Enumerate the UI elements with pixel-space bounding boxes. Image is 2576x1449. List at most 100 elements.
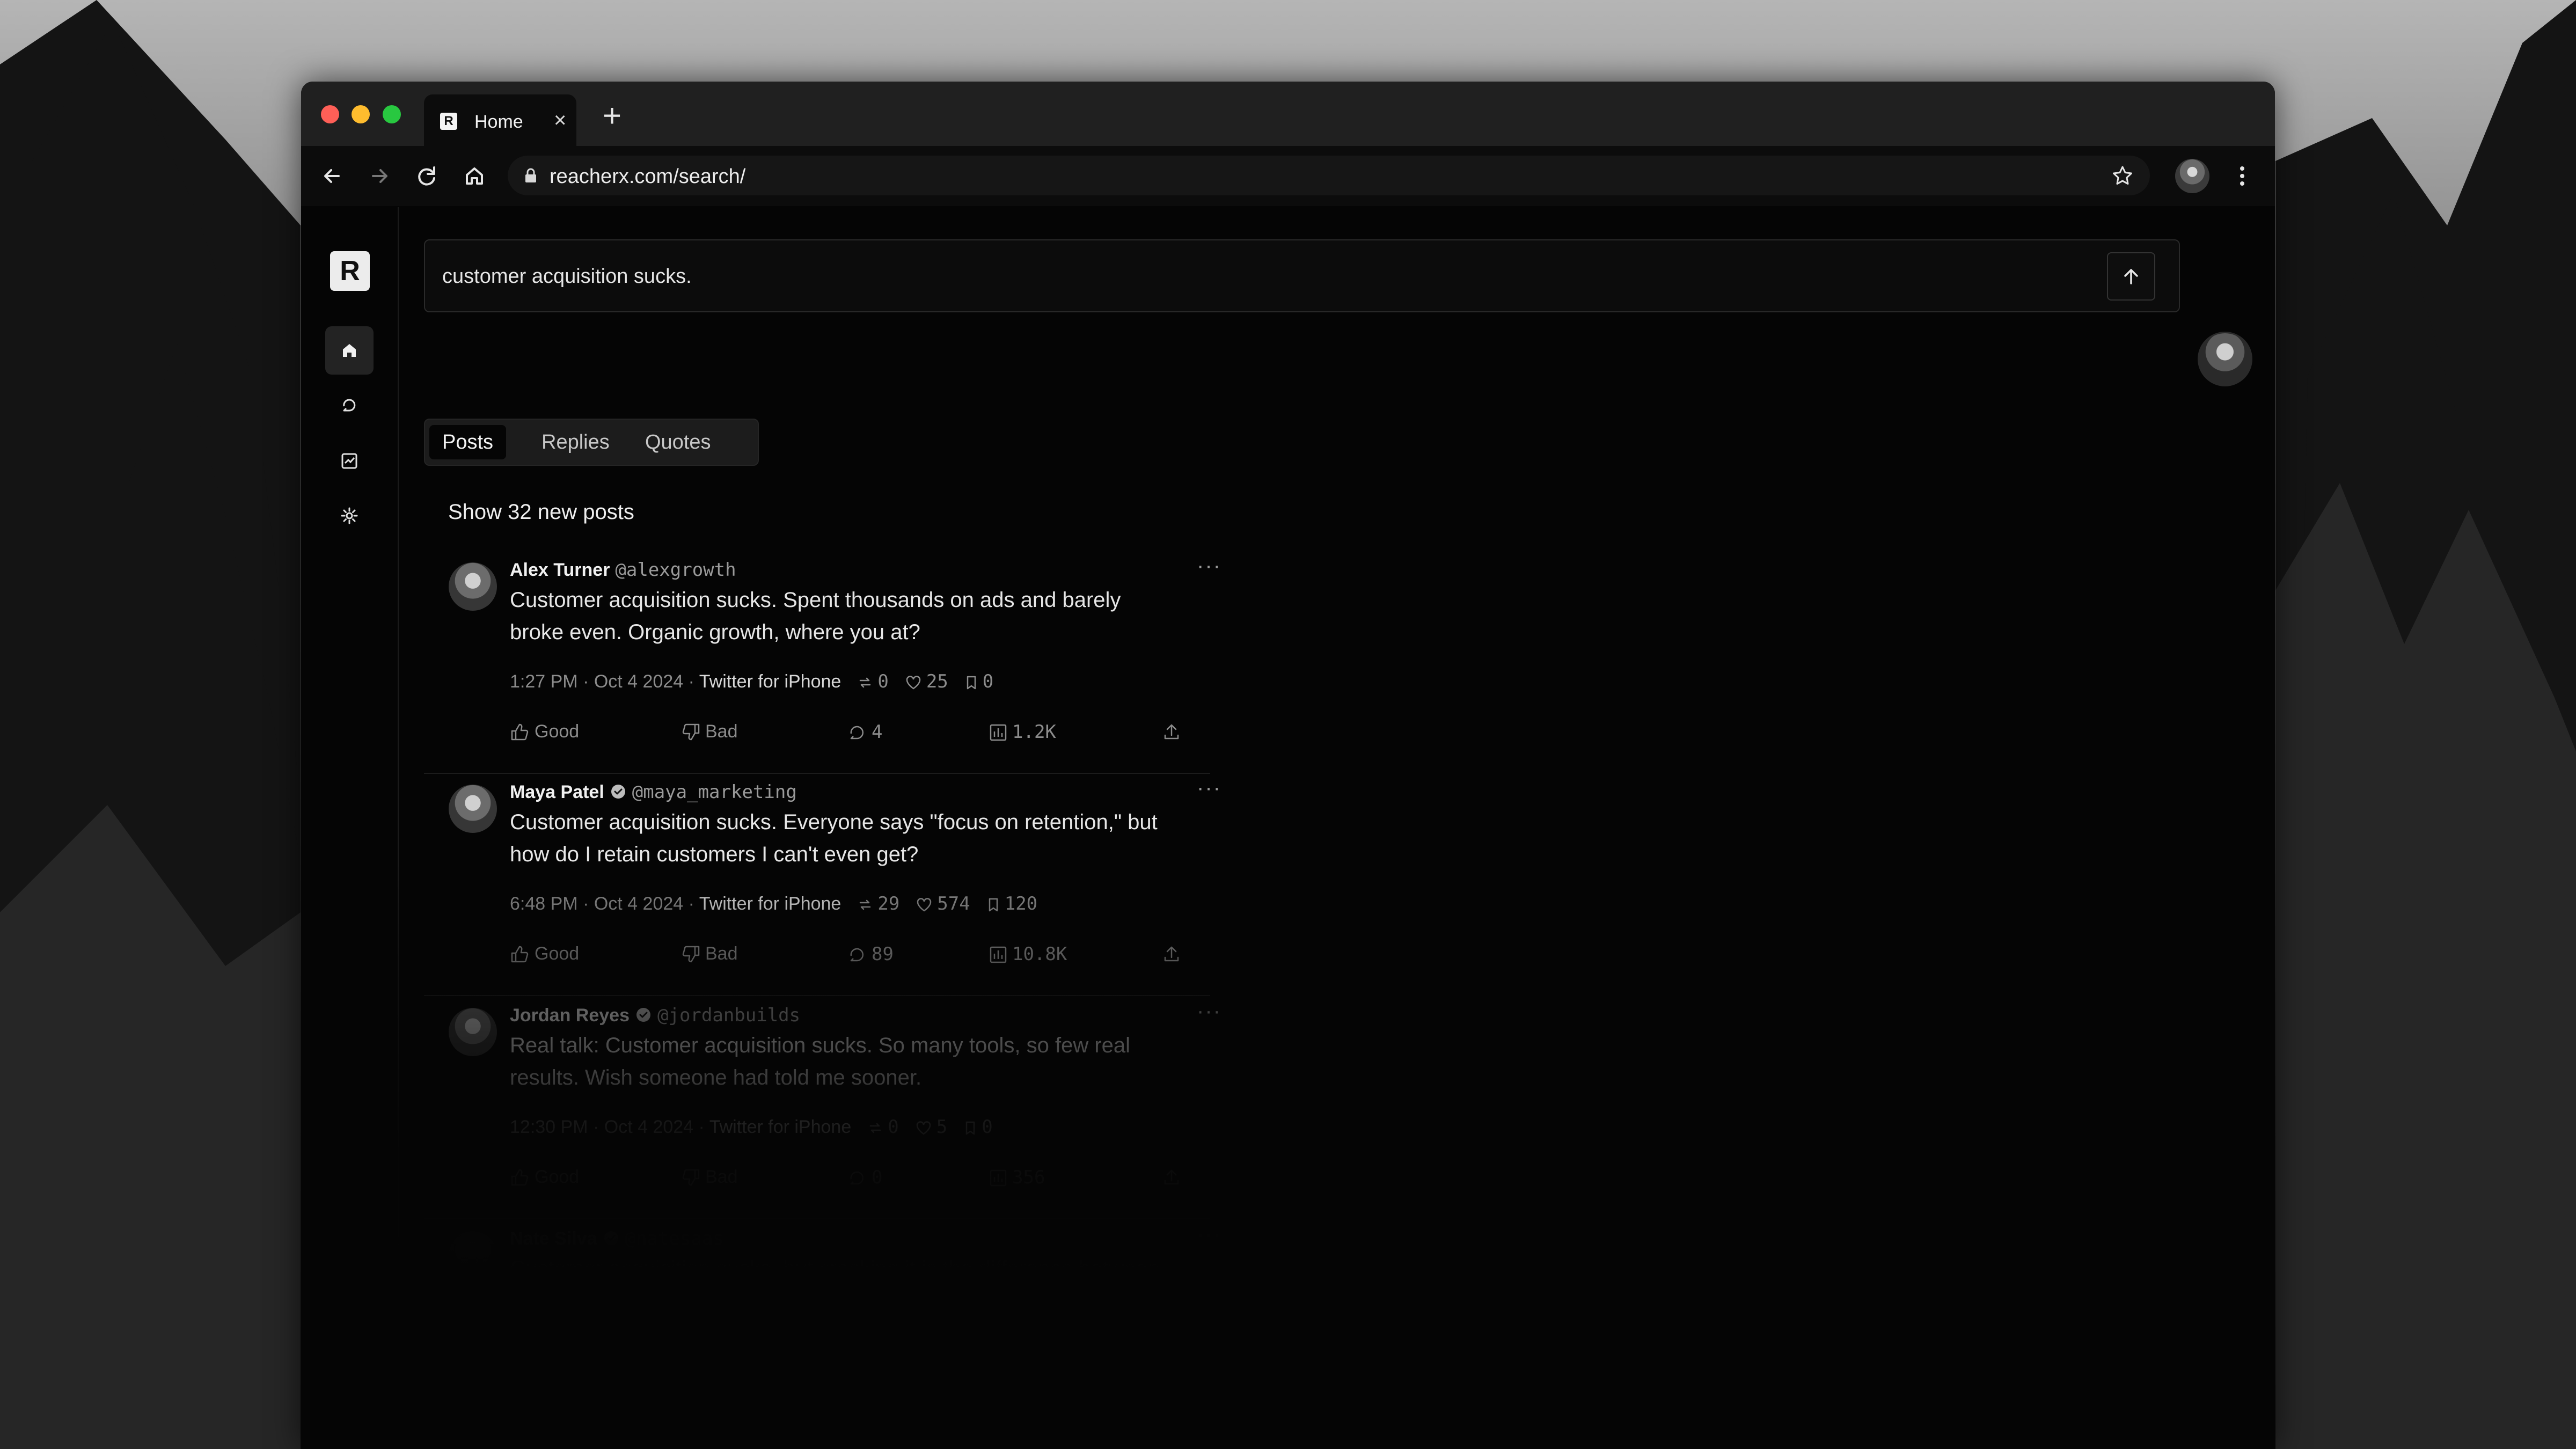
post-text: Customer acquisition sucks. Spent thousa… xyxy=(510,588,1121,644)
rate-bad-button[interactable]: Bad xyxy=(680,721,738,742)
reply-icon xyxy=(850,948,864,962)
views-button[interactable]: 356 xyxy=(989,1167,1045,1188)
reply-button[interactable]: 4 xyxy=(847,721,882,743)
post-meta: 1:27 PM · Oct 4 2024 · Twitter for iPhon… xyxy=(510,671,993,692)
like-count: 25 xyxy=(905,671,948,692)
share-icon xyxy=(1164,1393,1179,1408)
post-actions: Good Bad 0 356 xyxy=(510,1167,1181,1194)
post-more-icon[interactable]: ··· xyxy=(1197,1223,1221,1247)
user-avatar[interactable] xyxy=(2198,332,2252,386)
post-more-icon[interactable]: ··· xyxy=(1197,554,1221,578)
author-name[interactable]: Maya Patel xyxy=(510,782,604,802)
reload-icon[interactable] xyxy=(412,161,442,191)
author-avatar[interactable] xyxy=(449,562,497,611)
author-avatar[interactable] xyxy=(449,785,497,833)
view-count: 1.2K xyxy=(1012,721,1056,743)
forward-icon[interactable] xyxy=(364,161,394,191)
title-bar: R Home × + xyxy=(301,82,2275,146)
repost-icon xyxy=(860,677,871,688)
tab-posts[interactable]: Posts xyxy=(429,425,507,459)
share-button[interactable] xyxy=(1162,1167,1185,1188)
share-button[interactable] xyxy=(1162,943,1185,964)
author-handle[interactable]: @jordanbuilds xyxy=(657,1005,800,1026)
author-name[interactable]: Alex Turner xyxy=(510,560,610,580)
reply-icon xyxy=(850,1394,864,1408)
like-count-value: 25 xyxy=(926,671,948,692)
share-button[interactable] xyxy=(1162,721,1185,742)
post-meta: 12:30 PM · Oct 4 2024 · Twitter for iPho… xyxy=(510,1116,993,1138)
post-item[interactable]: Nate Silva @natesaas ··· Customer acquisiti… xyxy=(424,1219,1220,1443)
author-handle[interactable]: @maya_marketing xyxy=(632,781,797,803)
share-button[interactable] xyxy=(1162,1390,1185,1411)
views-button[interactable]: 10.8K xyxy=(989,943,1067,965)
app-logo[interactable]: R xyxy=(330,251,370,291)
share-icon xyxy=(1164,724,1179,740)
thumbs-down-icon xyxy=(682,946,700,963)
post-more-icon[interactable]: ··· xyxy=(1197,999,1221,1023)
browser-profile-avatar[interactable] xyxy=(2175,159,2209,193)
views-button[interactable] xyxy=(989,1390,1012,1411)
author-handle[interactable]: @natesaas xyxy=(625,1228,724,1249)
author-name[interactable]: Jordan Reyes xyxy=(510,1005,630,1026)
bookmark-count xyxy=(931,1340,949,1360)
browser-window: R Home × + reacherx.com/search/ R custom… xyxy=(301,82,2275,1449)
address-bar[interactable]: reacherx.com/search/ xyxy=(508,156,2150,195)
post-source: Twitter for iPhone xyxy=(699,671,841,692)
sidebar-item-settings[interactable] xyxy=(325,492,374,540)
reply-button[interactable] xyxy=(847,1390,872,1411)
search-input[interactable] xyxy=(441,260,2053,293)
close-window-button[interactable] xyxy=(321,105,339,123)
sidebar-item-replies[interactable] xyxy=(325,381,374,429)
sidebar-item-home[interactable] xyxy=(325,326,374,375)
close-tab-icon[interactable]: × xyxy=(554,108,566,133)
minimize-window-button[interactable] xyxy=(352,105,370,123)
rate-good-button[interactable]: Good xyxy=(510,1167,579,1188)
home-icon[interactable] xyxy=(459,161,489,191)
bookmark-count-value: 0 xyxy=(982,1116,993,1138)
bookmark-icon xyxy=(965,1121,975,1135)
rate-good-button[interactable] xyxy=(510,1390,535,1411)
post-author: Maya Patel @maya_marketing xyxy=(510,781,797,803)
tab-quotes[interactable]: Quotes xyxy=(632,425,724,459)
post-item[interactable]: Alex Turner @alexgrowth ··· Customer acquis… xyxy=(424,551,1220,774)
repost-count-value: 29 xyxy=(877,893,900,914)
post-item[interactable]: Maya Patel @maya_marketing ··· Customer acq… xyxy=(424,773,1220,996)
tab-replies[interactable]: Replies xyxy=(529,425,623,459)
post-item[interactable]: Jordan Reyes @jordanbuilds ··· Real talk: C… xyxy=(424,996,1220,1219)
post-more-icon[interactable]: ··· xyxy=(1197,776,1221,800)
rate-good-button[interactable]: Good xyxy=(510,721,579,742)
bad-label: Bad xyxy=(705,1167,738,1187)
browser-tab-home[interactable]: R Home × xyxy=(424,94,576,146)
repost-icon xyxy=(860,1346,871,1357)
author-avatar[interactable] xyxy=(449,1231,497,1279)
rate-good-button[interactable]: Good xyxy=(510,943,579,964)
heart-icon xyxy=(895,1344,910,1358)
author-handle[interactable]: @alexgrowth xyxy=(615,559,736,581)
author-avatar[interactable] xyxy=(449,1008,497,1056)
back-icon[interactable] xyxy=(317,161,347,191)
bookmark-star-icon[interactable] xyxy=(2111,164,2134,187)
reply-button[interactable]: 89 xyxy=(847,943,894,965)
new-tab-icon[interactable]: + xyxy=(603,100,621,132)
bad-label: Bad xyxy=(705,721,738,742)
sidebar-item-analytics[interactable] xyxy=(325,437,374,485)
share-icon xyxy=(1164,946,1179,962)
rate-bad-button[interactable]: Bad xyxy=(680,1167,738,1188)
browser-menu-icon[interactable] xyxy=(2234,159,2250,193)
rate-bad-button[interactable]: Bad xyxy=(680,943,738,964)
url-text[interactable]: reacherx.com/search/ xyxy=(550,165,745,188)
author-name[interactable]: Nate Silva xyxy=(510,1228,597,1249)
views-chart-icon xyxy=(990,724,1007,741)
post-source: Twitter for iPhone xyxy=(709,1117,852,1137)
good-label: Good xyxy=(535,721,580,742)
show-new-posts-link[interactable]: Show 32 new posts xyxy=(448,500,634,524)
views-chart-icon xyxy=(990,1169,1007,1187)
reply-button[interactable]: 0 xyxy=(847,1167,882,1188)
post-meta: 6:48 PM · Oct 4 2024 · Twitter for iPhon… xyxy=(510,893,1037,914)
maximize-window-button[interactable] xyxy=(383,105,401,123)
views-button[interactable]: 1.2K xyxy=(989,721,1056,743)
post-author: Jordan Reyes @jordanbuilds xyxy=(510,1005,800,1026)
rate-bad-button[interactable] xyxy=(680,1390,705,1411)
submit-search-button[interactable] xyxy=(2107,252,2155,301)
like-count xyxy=(894,1340,915,1360)
